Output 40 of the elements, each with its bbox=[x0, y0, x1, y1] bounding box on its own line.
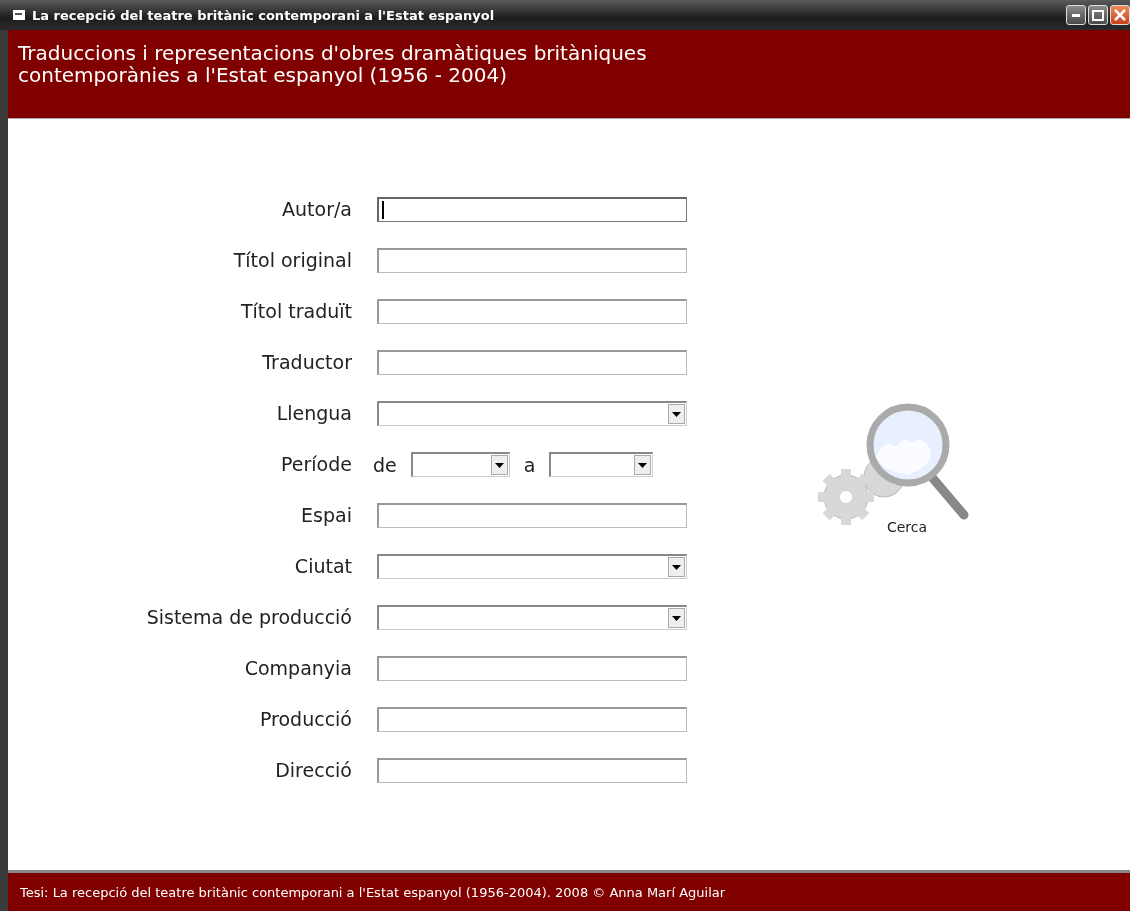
minimize-button[interactable] bbox=[1066, 5, 1086, 25]
input-field[interactable] bbox=[377, 758, 687, 783]
field-label: Espai bbox=[300, 503, 352, 528]
dropdown[interactable] bbox=[410, 452, 510, 477]
range-label: a bbox=[523, 453, 536, 476]
field-label: Autor/a bbox=[281, 197, 352, 222]
dropdown[interactable] bbox=[377, 605, 687, 630]
range-label: de bbox=[373, 453, 397, 476]
input-field[interactable] bbox=[377, 350, 687, 375]
input-field[interactable] bbox=[377, 248, 687, 273]
close-icon bbox=[1114, 9, 1126, 21]
text-cursor bbox=[382, 201, 384, 219]
maximize-button[interactable] bbox=[1088, 5, 1108, 25]
input-field[interactable] bbox=[377, 503, 687, 528]
input-field[interactable] bbox=[377, 707, 687, 732]
footer-text: Tesi: La recepció del teatre britànic contemporani a l'Estat espanyol (1956-2004). 2008 © Anna Marí Aguilar bbox=[20, 884, 726, 900]
field-label: Direcció bbox=[274, 758, 352, 783]
search-button[interactable]: Cerca bbox=[807, 397, 977, 557]
field-label: Llengua bbox=[275, 401, 352, 426]
header-title: Traduccions i representacions d'obres dramàtiques britàniques contemporànies a l'Estat espanyol (1956 - 2004) bbox=[18, 42, 648, 86]
field-label: Ciutat bbox=[293, 554, 352, 579]
minimize-icon bbox=[1072, 13, 1080, 17]
close-button[interactable] bbox=[1110, 5, 1130, 25]
input-field[interactable] bbox=[377, 197, 687, 222]
dropdown[interactable] bbox=[549, 452, 654, 477]
field-label: Títol traduït bbox=[240, 299, 352, 324]
maximize-icon bbox=[1092, 9, 1104, 21]
field-label: Producció bbox=[258, 707, 352, 732]
app-icon bbox=[12, 9, 26, 21]
field-label: Companyia bbox=[243, 656, 352, 681]
input-field[interactable] bbox=[377, 299, 687, 324]
window-title: La recepció del teatre britànic contemporani a l'Estat espanyol bbox=[32, 7, 496, 23]
field-label: Títol original bbox=[232, 248, 352, 273]
search-label: Cerca bbox=[886, 519, 928, 535]
input-field[interactable] bbox=[377, 656, 687, 681]
field-label: Període bbox=[280, 452, 352, 477]
dropdown[interactable] bbox=[377, 554, 687, 579]
field-label: Sistema de producció bbox=[145, 605, 352, 630]
field-label: Traductor bbox=[261, 350, 352, 375]
dropdown[interactable] bbox=[377, 401, 687, 426]
